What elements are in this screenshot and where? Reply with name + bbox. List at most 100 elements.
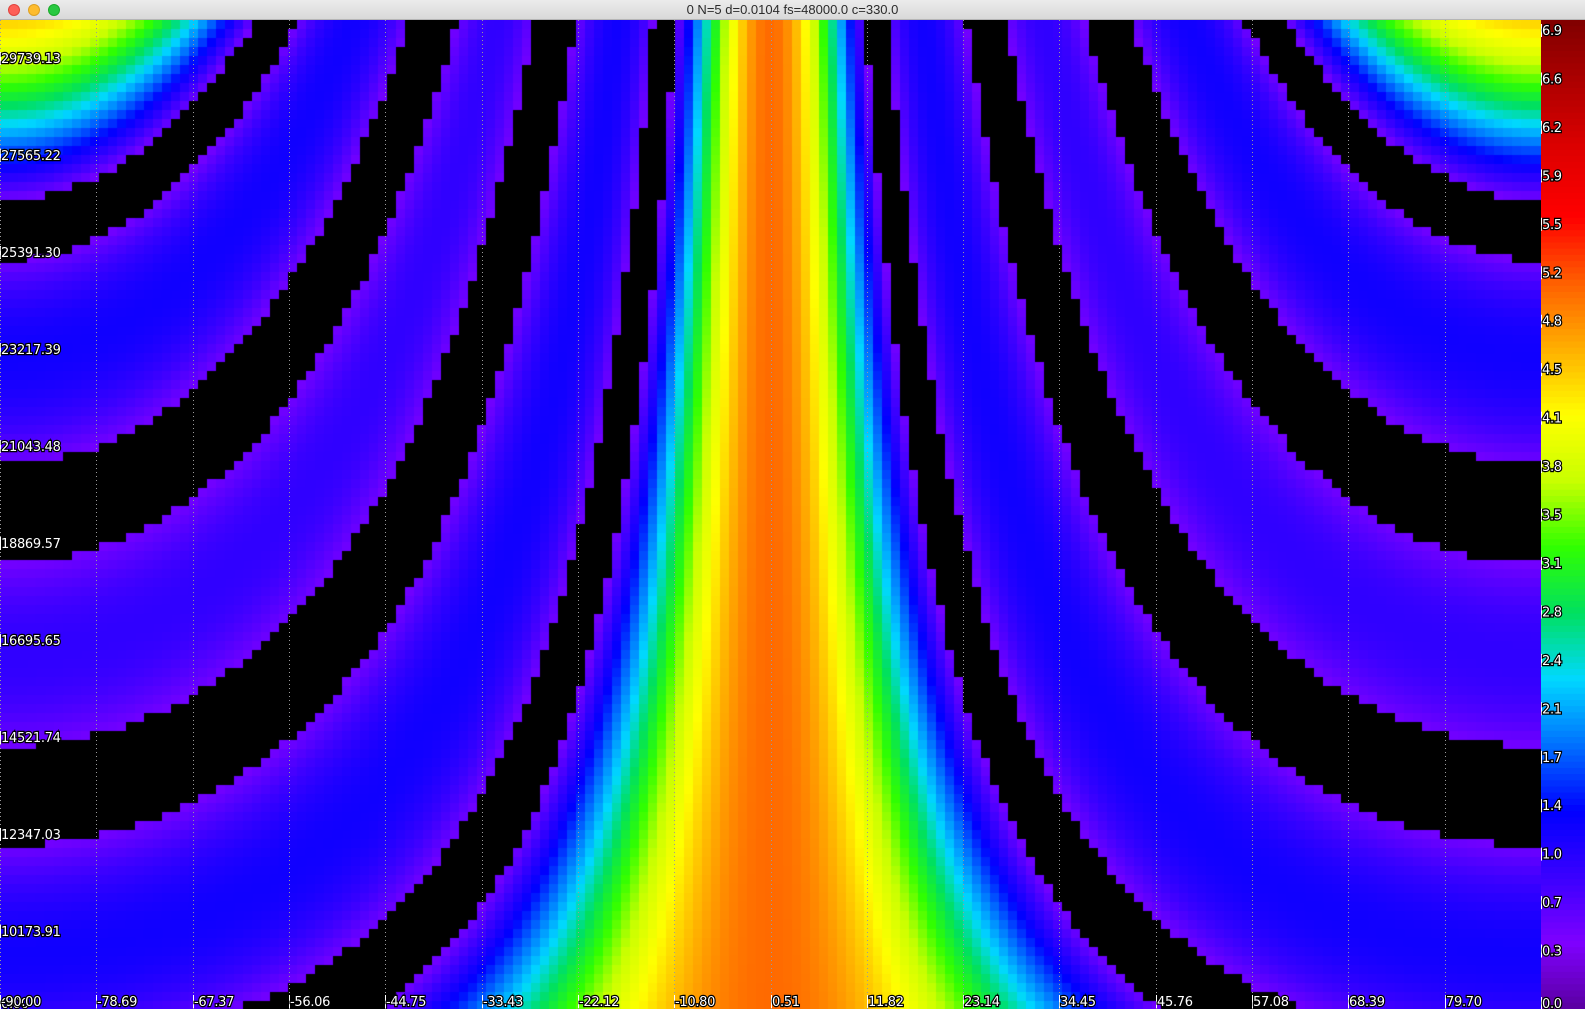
- colorbar-tick-label: 6.6: [1542, 72, 1562, 87]
- colorbar-band: [1541, 199, 1585, 207]
- colorbar-band: [1541, 236, 1585, 244]
- colorbar-band: [1541, 594, 1585, 602]
- colorbar-band: [1541, 866, 1585, 874]
- x-tick-label: 57.08: [1253, 995, 1289, 1009]
- colorbar-band: [1541, 137, 1585, 145]
- colorbar-band: [1541, 669, 1585, 676]
- colorbar-tick-label: 3.5: [1542, 509, 1562, 524]
- colorbar-tick-label: 0.0: [1542, 997, 1562, 1009]
- colorbar-band: [1541, 835, 1585, 843]
- x-tick-label: 11.82: [868, 995, 904, 1009]
- colorbar-band: [1541, 304, 1585, 312]
- colorbar-band: [1541, 873, 1585, 880]
- colorbar-band: [1541, 724, 1585, 732]
- colorbar-band: [1541, 38, 1585, 46]
- colorbar-band: [1541, 576, 1585, 584]
- colorbar-tick-label: 2.8: [1542, 605, 1562, 620]
- colorbar-band: [1541, 829, 1585, 837]
- colorbar-band: [1541, 162, 1585, 169]
- colorbar-band: [1541, 823, 1585, 831]
- colorbar-tick-label: 5.5: [1542, 218, 1562, 233]
- y-tick-label: 21043.48: [1, 440, 61, 455]
- colorbar-band: [1541, 675, 1585, 682]
- colorbar-band: [1541, 285, 1585, 293]
- colorbar-band: [1541, 143, 1585, 151]
- colorbar-band: [1541, 63, 1585, 71]
- x-tick-label: -22.12: [579, 995, 619, 1009]
- colorbar-band: [1541, 928, 1585, 936]
- x-tick-label: -10.80: [675, 995, 715, 1009]
- colorbar-band: [1541, 44, 1585, 52]
- window-title: 0 N=5 d=0.0104 fs=48000.0 c=330.0: [686, 2, 899, 17]
- colorbar-band: [1541, 971, 1585, 979]
- colorbar-tick-label: 6.9: [1542, 24, 1562, 39]
- colorbar-band: [1541, 916, 1585, 924]
- colorbar-band: [1541, 638, 1585, 645]
- colorbar-tick-label: 1.7: [1542, 751, 1562, 766]
- x-tick-label: 45.76: [1157, 995, 1193, 1009]
- colorbar-tick-label: 0.7: [1542, 896, 1562, 911]
- colorbar-band: [1541, 965, 1585, 973]
- colorbar-band: [1541, 94, 1585, 101]
- colorbar-band: [1541, 644, 1585, 652]
- x-tick-label: 0.51: [772, 995, 800, 1009]
- colorbar-band: [1541, 885, 1585, 893]
- app-window: 0 N=5 d=0.0104 fs=48000.0 c=330.0 0.00 10…: [0, 0, 1585, 1009]
- colorbar-tick-label: 3.1: [1542, 557, 1562, 572]
- y-tick-label: 14521.74: [1, 731, 61, 746]
- colorbar-band: [1541, 100, 1585, 108]
- colorbar-band: [1541, 291, 1585, 299]
- colorbar-band: [1541, 477, 1585, 485]
- colorbar-band: [1541, 347, 1585, 355]
- colorbar-band: [1541, 718, 1585, 726]
- colorbar-band: [1541, 910, 1585, 917]
- x-tick-label: -78.69: [97, 995, 137, 1009]
- colorbar-band: [1541, 619, 1585, 627]
- title-bar[interactable]: 0 N=5 d=0.0104 fs=48000.0 c=330.0: [0, 0, 1585, 20]
- colorbar-band: [1541, 934, 1585, 942]
- colorbar-band: [1541, 254, 1585, 262]
- colorbar-band: [1541, 625, 1585, 633]
- colorbar-tick-label: 5.9: [1542, 169, 1562, 184]
- colorbar-band: [1541, 335, 1585, 343]
- y-tick-label: 10173.91: [1, 925, 61, 940]
- colorbar-band: [1541, 879, 1585, 886]
- y-tick-label: 12347.03: [1, 828, 61, 843]
- colorbar-band: [1541, 786, 1585, 794]
- colorbar-band: [1541, 397, 1585, 404]
- colorbar-band: [1541, 106, 1585, 114]
- colorbar-band: [1541, 582, 1585, 590]
- colorbar-band: [1541, 545, 1585, 553]
- colorbar-band: [1541, 743, 1585, 750]
- colorbar-band: [1541, 495, 1585, 503]
- colorbar-band: [1541, 434, 1585, 441]
- x-tick-label: -67.37: [194, 995, 234, 1009]
- colorbar-band: [1541, 193, 1585, 200]
- y-tick-label: 23217.39: [1, 343, 61, 358]
- colorbar-tick-label: 1.4: [1542, 799, 1562, 814]
- colorbar-band: [1541, 526, 1585, 534]
- colorbar-tick-label: 4.5: [1542, 363, 1562, 378]
- colorbar-tick-label: 0.3: [1542, 945, 1562, 960]
- colorbar-band: [1541, 446, 1585, 454]
- y-tick-label: 25391.30: [1, 246, 61, 261]
- heatmap-field: [0, 20, 1541, 1009]
- colorbar-band: [1541, 149, 1585, 157]
- colorbar-band: [1541, 978, 1585, 985]
- beam-pattern-heatmap[interactable]: 0.0010173.9112347.0314521.7416695.651886…: [0, 20, 1585, 1009]
- colorbar-band: [1541, 489, 1585, 497]
- colorbar-band: [1541, 922, 1585, 930]
- colorbar-band: [1541, 984, 1585, 992]
- colorbar-band: [1541, 248, 1585, 256]
- colorbar-band: [1541, 817, 1585, 825]
- colorbar-band: [1541, 341, 1585, 349]
- colorbar-band: [1541, 681, 1585, 689]
- colorbar-band: [1541, 539, 1585, 547]
- colorbar-band: [1541, 112, 1585, 120]
- colorbar-band: [1541, 730, 1585, 738]
- colorbar-tick-label: 2.4: [1542, 654, 1562, 669]
- colorbar-band: [1541, 774, 1585, 781]
- colorbar-tick-label: 4.8: [1542, 315, 1562, 330]
- colorbar-band: [1541, 780, 1585, 788]
- colorbar-band: [1541, 737, 1585, 744]
